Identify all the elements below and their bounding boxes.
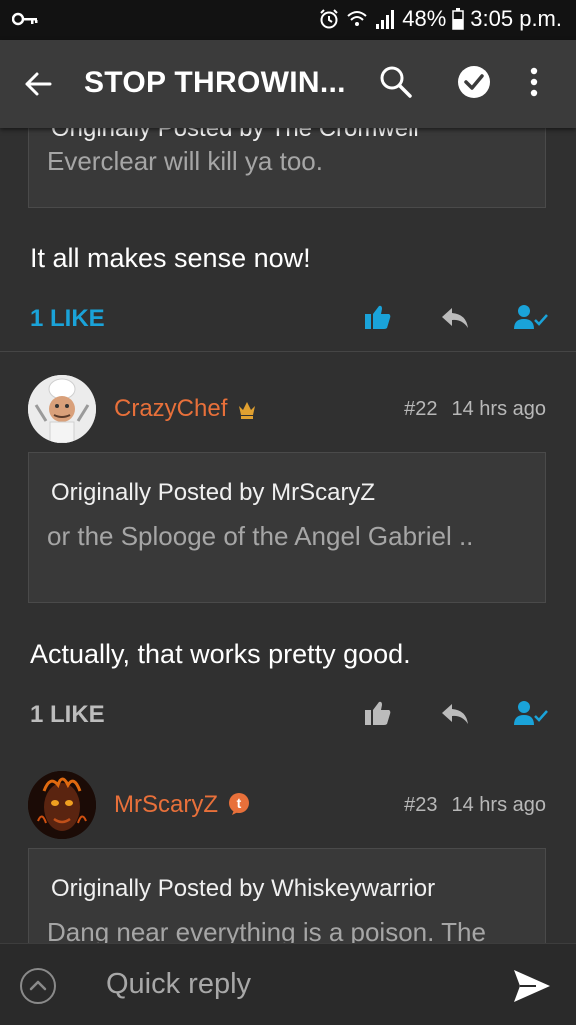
badge-letter: t bbox=[237, 795, 242, 811]
username[interactable]: MrScaryZ bbox=[114, 791, 218, 819]
quote-box: Originally Posted by Whiskeywarrior Dang… bbox=[28, 848, 546, 943]
quote-attribution: Originally Posted by The Cromwell bbox=[51, 128, 419, 142]
wifi-icon bbox=[347, 11, 367, 26]
thumbs-up-icon[interactable] bbox=[364, 304, 392, 330]
like-count[interactable]: 1 LIKE bbox=[30, 701, 105, 729]
back-arrow-icon[interactable] bbox=[22, 68, 54, 100]
thumbs-up-icon[interactable] bbox=[364, 700, 392, 726]
quote-attribution: Originally Posted by MrScaryZ bbox=[51, 479, 376, 506]
reply-icon[interactable] bbox=[440, 702, 470, 726]
follow-user-icon[interactable] bbox=[514, 700, 548, 726]
quote-text: Everclear will kill ya too. bbox=[47, 146, 323, 176]
quote-attribution: Originally Posted by Whiskeywarrior bbox=[51, 875, 436, 902]
post-meta: #23 14 hrs ago bbox=[390, 794, 546, 817]
avatar[interactable] bbox=[28, 771, 96, 839]
quote-box: Originally Posted by The Cromwell Evercl… bbox=[28, 128, 546, 208]
more-vert-icon[interactable] bbox=[528, 64, 540, 100]
post-feed[interactable]: Originally Posted by The Cromwell Evercl… bbox=[0, 128, 576, 943]
chef-avatar-image bbox=[28, 375, 96, 443]
flame-face-avatar-image bbox=[28, 771, 96, 839]
key-icon bbox=[12, 12, 38, 26]
quick-reply-bar: Quick reply bbox=[0, 943, 576, 1025]
quote-text: or the Splooge of the Angel Gabriel .. bbox=[47, 521, 474, 551]
status-bar: 48% 3:05 p.m. bbox=[0, 0, 576, 40]
send-icon[interactable] bbox=[512, 968, 552, 1004]
username[interactable]: CrazyChef bbox=[114, 395, 227, 423]
expand-up-icon[interactable] bbox=[18, 966, 58, 1006]
avatar[interactable] bbox=[28, 375, 96, 443]
post-meta: #22 14 hrs ago bbox=[390, 398, 546, 421]
post-number[interactable]: #23 bbox=[404, 794, 437, 816]
like-count[interactable]: 1 LIKE bbox=[30, 305, 105, 333]
mark-read-check-icon[interactable] bbox=[456, 64, 492, 100]
post-body: Actually, that works pretty good. bbox=[30, 639, 411, 669]
post-time: 14 hrs ago bbox=[451, 398, 546, 420]
quote-box: Originally Posted by MrScaryZ or the Spl… bbox=[28, 452, 546, 603]
quick-reply-input[interactable]: Quick reply bbox=[106, 968, 251, 1001]
quote-text: Dang near everything is a poison. The bbox=[47, 917, 486, 943]
clock: 3:05 p.m. bbox=[470, 6, 562, 31]
alarm-icon bbox=[320, 9, 338, 29]
app-bar: STOP THROWIN... bbox=[0, 40, 576, 128]
post-divider bbox=[0, 351, 576, 352]
search-icon[interactable] bbox=[378, 64, 414, 100]
post-body: It all makes sense now! bbox=[30, 243, 311, 273]
signal-icon bbox=[376, 10, 395, 29]
follow-user-icon[interactable] bbox=[514, 304, 548, 330]
reply-icon[interactable] bbox=[440, 306, 470, 330]
t-badge-icon: t bbox=[229, 793, 249, 815]
crown-icon bbox=[239, 402, 255, 419]
post-number[interactable]: #22 bbox=[404, 398, 437, 420]
post-time: 14 hrs ago bbox=[451, 794, 546, 816]
battery-percent: 48% bbox=[402, 6, 447, 31]
battery-icon bbox=[452, 8, 465, 30]
thread-title: STOP THROWIN... bbox=[84, 66, 346, 99]
